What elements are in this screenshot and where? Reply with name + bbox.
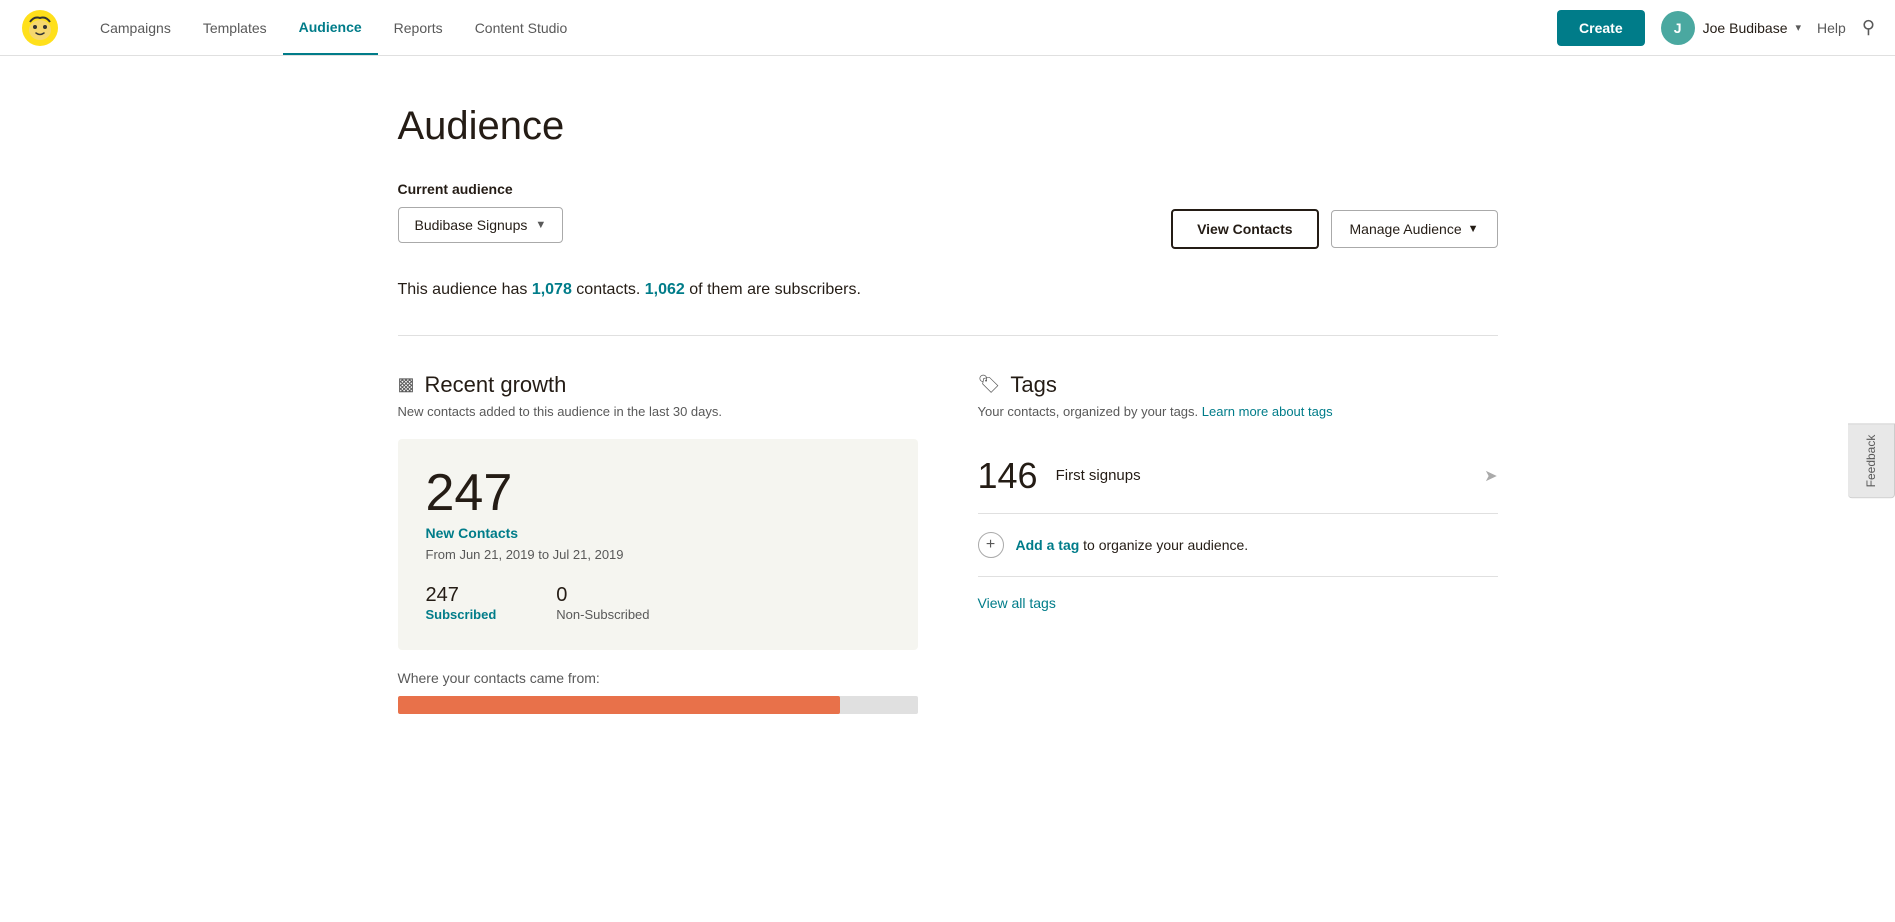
progress-bar-fill — [398, 696, 840, 714]
audience-dropdown-chevron-icon: ▼ — [535, 219, 546, 231]
nav-templates[interactable]: Templates — [187, 0, 283, 55]
main-content: Audience Current audience Budibase Signu… — [298, 56, 1598, 762]
add-tag-plus-button[interactable]: + — [978, 532, 1004, 558]
view-contacts-button[interactable]: View Contacts — [1171, 209, 1318, 249]
non-subscribed-label: Non-Subscribed — [556, 607, 649, 622]
two-col-layout: ▩ Recent growth New contacts added to th… — [398, 372, 1498, 714]
audience-dropdown[interactable]: Budibase Signups ▼ — [398, 207, 564, 243]
tags-section: 🏷 Tags Your contacts, organized by your … — [978, 372, 1498, 714]
audience-dropdown-value: Budibase Signups — [415, 217, 528, 233]
learn-more-tags-link[interactable]: Learn more about tags — [1202, 404, 1333, 419]
tags-subtitle-prefix: Your contacts, organized by your tags. — [978, 404, 1202, 419]
nav-right: Create J Joe Budibase ▾ Help ⚲ — [1557, 10, 1875, 46]
nav-reports[interactable]: Reports — [378, 0, 459, 55]
growth-date-range: From Jun 21, 2019 to Jul 21, 2019 — [426, 547, 890, 562]
growth-sub-stats: 247 Subscribed 0 Non-Subscribed — [426, 584, 890, 622]
add-tag-link[interactable]: Add a tag — [1016, 537, 1080, 553]
tags-section-title: Tags — [1010, 372, 1056, 398]
tag-name: First signups — [1056, 467, 1485, 484]
nav-audience[interactable]: Audience — [283, 0, 378, 55]
audience-selector: Current audience Budibase Signups ▼ — [398, 181, 564, 243]
subscribed-stat: 247 Subscribed — [426, 584, 497, 622]
logo[interactable] — [20, 8, 60, 48]
page-title: Audience — [398, 104, 1498, 149]
add-tag-row: + Add a tag to organize your audience. — [978, 514, 1498, 577]
growth-big-number: 247 — [426, 467, 890, 519]
add-tag-suffix: to organize your audience. — [1079, 537, 1248, 553]
audience-top-row: Current audience Budibase Signups ▼ View… — [398, 181, 1498, 249]
feedback-tab-wrapper[interactable]: Feedback — [1848, 424, 1895, 499]
tag-icon: 🏷 — [978, 374, 1001, 395]
tags-section-header: 🏷 Tags — [978, 372, 1498, 398]
non-subscribed-stat: 0 Non-Subscribed — [556, 584, 649, 622]
current-audience-label: Current audience — [398, 181, 564, 197]
contacts-source: Where your contacts came from: — [398, 670, 918, 714]
avatar: J — [1661, 11, 1695, 45]
subscribed-label: Subscribed — [426, 607, 497, 622]
manage-audience-button[interactable]: Manage Audience ▼ — [1331, 210, 1498, 248]
manage-audience-chevron-icon: ▼ — [1468, 223, 1479, 235]
user-name: Joe Budibase — [1703, 20, 1788, 36]
manage-audience-label: Manage Audience — [1350, 221, 1462, 237]
tag-count: 146 — [978, 455, 1038, 497]
contacts-count: 1,078 — [532, 281, 572, 298]
navbar: Campaigns Templates Audience Reports Con… — [0, 0, 1895, 56]
search-icon[interactable]: ⚲ — [1862, 17, 1875, 38]
stats-mid: contacts. — [572, 281, 645, 298]
tag-row: 146 First signups ➤ — [978, 439, 1498, 514]
new-contacts-link[interactable]: New Contacts — [426, 525, 890, 541]
user-chevron-icon: ▾ — [1795, 21, 1801, 34]
growth-section-title: Recent growth — [425, 372, 567, 398]
tags-section-subtitle: Your contacts, organized by your tags. L… — [978, 404, 1498, 419]
stats-text: This audience has 1,078 contacts. 1,062 … — [398, 277, 1498, 303]
help-link[interactable]: Help — [1817, 20, 1846, 36]
create-button[interactable]: Create — [1557, 10, 1645, 46]
growth-card: 247 New Contacts From Jun 21, 2019 to Ju… — [398, 439, 918, 650]
audience-actions: View Contacts Manage Audience ▼ — [1171, 209, 1497, 249]
where-from-label: Where your contacts came from: — [398, 670, 918, 686]
non-subscribed-count: 0 — [556, 584, 649, 607]
tag-navigate-icon[interactable]: ➤ — [1484, 466, 1497, 486]
recent-growth-section: ▩ Recent growth New contacts added to th… — [398, 372, 918, 714]
user-menu[interactable]: J Joe Budibase ▾ — [1661, 11, 1801, 45]
nav-content-studio[interactable]: Content Studio — [459, 0, 584, 55]
progress-bar-container — [398, 696, 918, 714]
feedback-tab[interactable]: Feedback — [1848, 424, 1895, 499]
growth-section-subtitle: New contacts added to this audience in t… — [398, 404, 918, 419]
growth-section-header: ▩ Recent growth — [398, 372, 918, 398]
view-all-tags-link[interactable]: View all tags — [978, 595, 1056, 611]
subscribed-count: 247 — [426, 584, 497, 607]
bar-chart-icon: ▩ — [398, 374, 415, 395]
subscribers-count: 1,062 — [645, 281, 685, 298]
section-divider — [398, 335, 1498, 336]
stats-suffix: of them are subscribers. — [685, 281, 861, 298]
nav-campaigns[interactable]: Campaigns — [84, 0, 187, 55]
nav-links: Campaigns Templates Audience Reports Con… — [84, 0, 1557, 55]
add-tag-text: Add a tag to organize your audience. — [1016, 537, 1249, 553]
stats-prefix: This audience has — [398, 281, 532, 298]
